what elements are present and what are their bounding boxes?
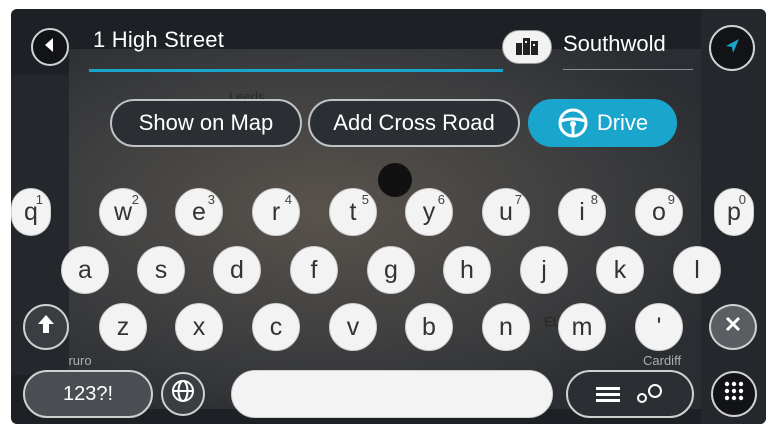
key-k[interactable]: k	[596, 246, 644, 294]
city-input-underline	[563, 69, 693, 70]
key-g[interactable]: g	[367, 246, 415, 294]
key-o[interactable]: o9	[635, 188, 683, 236]
key-l[interactable]: l	[673, 246, 721, 294]
key-t[interactable]: t5	[329, 188, 377, 236]
numbers-key[interactable]: 123?!	[23, 370, 153, 418]
circles-icon	[634, 382, 664, 406]
shift-key[interactable]	[23, 304, 69, 350]
key-s[interactable]: s	[137, 246, 185, 294]
navigation-arrow-icon	[722, 36, 742, 61]
key-u[interactable]: u7	[482, 188, 530, 236]
drive-button[interactable]: Drive	[528, 99, 677, 147]
key-x[interactable]: x	[175, 303, 223, 351]
key-b[interactable]: b	[405, 303, 453, 351]
search-screen: Leeds Lo EL Truro Cardiff 1 High Street …	[11, 9, 766, 424]
key-v[interactable]: v	[329, 303, 377, 351]
key-y[interactable]: y6	[405, 188, 453, 236]
steering-wheel-icon	[557, 107, 589, 139]
add-cross-road-button[interactable]: Add Cross Road	[308, 99, 520, 147]
key-p[interactable]: p0	[714, 188, 754, 236]
key-d[interactable]: d	[213, 246, 261, 294]
results-toggle[interactable]	[566, 370, 694, 418]
delete-key[interactable]	[709, 304, 757, 350]
key-apostrophe[interactable]: '	[635, 303, 683, 351]
delete-x-icon	[724, 315, 742, 339]
back-button[interactable]	[31, 28, 69, 66]
search-input-underline	[89, 69, 503, 72]
list-icon	[596, 385, 620, 403]
key-e[interactable]: e3	[175, 188, 223, 236]
key-n[interactable]: n	[482, 303, 530, 351]
key-i[interactable]: i8	[558, 188, 606, 236]
city-buildings-icon	[513, 35, 541, 60]
key-j[interactable]: j	[520, 246, 568, 294]
current-location-button[interactable]	[709, 25, 755, 71]
key-q[interactable]: q1	[11, 188, 51, 236]
shift-up-icon	[35, 313, 57, 341]
key-f[interactable]: f	[290, 246, 338, 294]
key-h[interactable]: h	[443, 246, 491, 294]
drive-label: Drive	[596, 110, 649, 135]
map-label-cardiff: Cardiff	[643, 353, 682, 368]
arrow-left-icon	[41, 36, 59, 59]
show-on-map-button[interactable]: Show on Map	[110, 99, 302, 147]
key-r[interactable]: r4	[252, 188, 300, 236]
city-button[interactable]	[502, 30, 552, 64]
globe-icon	[170, 378, 196, 410]
space-key[interactable]	[231, 370, 553, 418]
key-a[interactable]: a	[61, 246, 109, 294]
key-z[interactable]: z	[99, 303, 147, 351]
map-marker	[378, 163, 412, 197]
language-key[interactable]	[161, 372, 205, 416]
key-w[interactable]: w2	[99, 188, 147, 236]
keypad-button[interactable]	[711, 371, 757, 417]
city-input[interactable]: Southwold	[563, 31, 666, 57]
key-m[interactable]: m	[558, 303, 606, 351]
search-input[interactable]: 1 High Street	[93, 27, 224, 53]
keypad-grid-icon	[722, 379, 746, 409]
key-c[interactable]: c	[252, 303, 300, 351]
